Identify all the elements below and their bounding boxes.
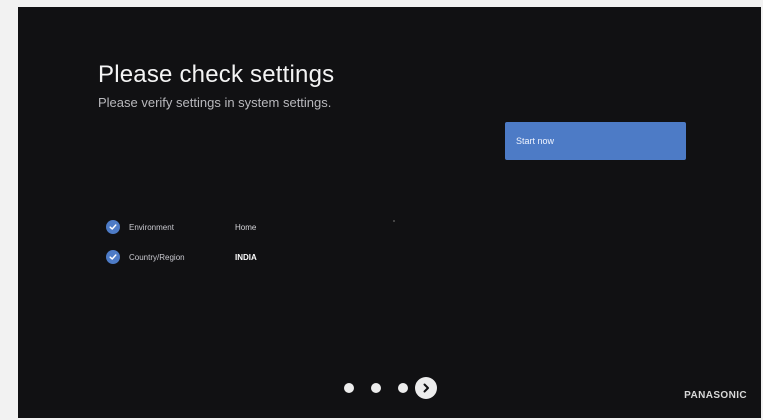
decorative-dot — [393, 220, 395, 222]
check-circle-icon — [106, 220, 120, 234]
page-title: Please check settings — [98, 61, 335, 88]
chevron-right-icon[interactable] — [415, 377, 437, 399]
page-dot — [398, 383, 408, 393]
page-indicator — [344, 377, 437, 399]
setup-screen: Please check settings Please verify sett… — [18, 7, 761, 418]
settings-list: Environment Home Country/Region INDIA — [106, 218, 257, 278]
page-dot — [344, 383, 354, 393]
start-now-button[interactable]: Start now — [505, 122, 686, 160]
page-subtitle: Please verify settings in system setting… — [98, 95, 332, 110]
setting-row-country-region: Country/Region INDIA — [106, 248, 257, 266]
brand-logo: PANASONIC — [684, 390, 747, 401]
setting-value: Home — [235, 222, 257, 232]
setting-value: INDIA — [235, 252, 257, 262]
start-now-label: Start now — [516, 136, 555, 146]
page-dot — [371, 383, 381, 393]
check-circle-icon — [106, 250, 120, 264]
setting-label: Country/Region — [129, 252, 185, 262]
setting-label: Environment — [129, 222, 174, 232]
setting-row-environment: Environment Home — [106, 218, 257, 236]
